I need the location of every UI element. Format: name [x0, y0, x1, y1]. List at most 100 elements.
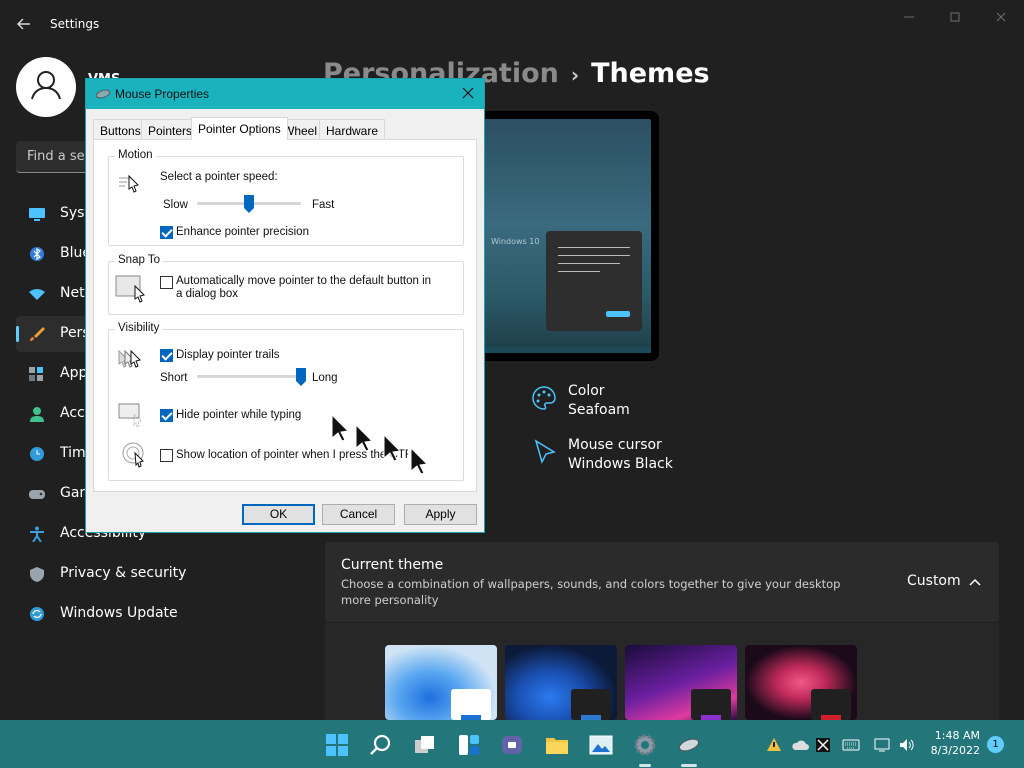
- snap-to-icon: [115, 275, 145, 303]
- chat-icon[interactable]: [500, 732, 526, 758]
- sidebar-item-label: Windows Update: [60, 605, 178, 621]
- cancel-button[interactable]: Cancel: [322, 504, 395, 525]
- bluetooth-icon: [30, 247, 44, 261]
- sidebar-item-privacy[interactable]: Privacy & security: [16, 556, 306, 592]
- tab-pointer-options[interactable]: Pointer Options: [191, 117, 288, 140]
- notification-badge[interactable]: 1: [987, 736, 1004, 753]
- mouse-app-icon[interactable]: [676, 732, 702, 758]
- keyboard-icon[interactable]: [842, 737, 860, 753]
- system-icon: [29, 208, 45, 221]
- mouse-pointer-trail-icon: [355, 424, 374, 452]
- hide-pointer-label: Hide pointer while typing: [176, 409, 302, 421]
- theme-thumbnail[interactable]: [505, 645, 617, 720]
- start-icon[interactable]: [324, 732, 350, 758]
- color-value: Seafoam: [568, 402, 630, 418]
- dialog-title-bar[interactable]: Mouse Properties: [86, 79, 484, 109]
- restore-icon[interactable]: [943, 8, 967, 26]
- mouse-icon: [95, 89, 111, 99]
- mouse-pointer-icon: [410, 447, 429, 475]
- ok-button[interactable]: OK: [242, 504, 315, 525]
- sidebar-item-label: Privacy & security: [60, 565, 187, 581]
- short-label: Short: [160, 372, 188, 384]
- mouse-running-indicator: [681, 764, 697, 767]
- theme-thumbnail[interactable]: [385, 645, 497, 720]
- hide-pointer-icon: [118, 403, 142, 428]
- volume-icon[interactable]: [898, 737, 916, 753]
- trail-length-slider[interactable]: [197, 375, 301, 378]
- trail-length-thumb[interactable]: [296, 368, 306, 386]
- photos-icon[interactable]: [588, 732, 614, 758]
- tab-buttons[interactable]: Buttons: [93, 119, 148, 139]
- apply-button[interactable]: Apply: [404, 504, 477, 525]
- current-theme-value: Custom: [907, 573, 961, 589]
- sidebar-item-label: App: [60, 365, 88, 381]
- preview-window: [546, 231, 642, 331]
- pointer-speed-thumb[interactable]: [244, 195, 254, 213]
- shield-icon: [30, 567, 44, 582]
- dialog-title: Mouse Properties: [115, 87, 210, 101]
- theme-thumbnail[interactable]: [745, 645, 857, 720]
- back-arrow-icon[interactable]: [14, 14, 34, 34]
- tab-hardware[interactable]: Hardware: [319, 119, 386, 139]
- display-icon[interactable]: [874, 737, 892, 753]
- search-icon[interactable]: [368, 732, 394, 758]
- personalization-icon: [30, 327, 45, 341]
- tab-panel: Motion Select a pointer speed: Slow Fast…: [93, 139, 477, 492]
- theme-thumbnail[interactable]: [625, 645, 737, 720]
- mouse-pointer-trail-icon: [331, 414, 350, 442]
- network-icon: [29, 289, 45, 300]
- page-title: Themes: [591, 58, 710, 89]
- windows-update-icon: [30, 607, 44, 621]
- chevron-up-icon[interactable]: [967, 574, 983, 590]
- minimize-icon[interactable]: [897, 8, 921, 26]
- clock-time: 1:48 AM: [934, 729, 980, 742]
- sidebar-item-windows-update[interactable]: Windows Update: [16, 596, 306, 632]
- network-warning-icon[interactable]: [766, 737, 782, 753]
- dialog-close-icon[interactable]: [462, 87, 474, 99]
- pointer-trails-icon: [118, 349, 141, 368]
- motion-heading: Motion: [115, 149, 156, 161]
- settings-gear-icon[interactable]: [632, 732, 658, 758]
- cursor-icon: [534, 439, 556, 465]
- snap-to-label: Automatically move pointer to the defaul…: [176, 275, 432, 300]
- file-explorer-icon[interactable]: [544, 732, 570, 758]
- user-icon: [31, 71, 61, 100]
- xbox-icon[interactable]: [815, 737, 831, 753]
- preview-label: Windows 10: [491, 237, 540, 246]
- mouse-cursor-value: Windows Black: [568, 456, 673, 472]
- current-theme-card[interactable]: Current theme Choose a combination of wa…: [325, 542, 999, 622]
- pointer-trails-checkbox[interactable]: [160, 349, 173, 362]
- search-placeholder: Find a set: [27, 149, 90, 164]
- apps-icon: [29, 367, 43, 381]
- enhance-precision-checkbox[interactable]: [160, 226, 173, 239]
- color-label: Color: [568, 383, 605, 399]
- snap-to-checkbox[interactable]: [160, 276, 173, 289]
- cloud-icon[interactable]: [791, 737, 809, 753]
- current-theme-title: Current theme: [341, 557, 444, 573]
- accounts-icon: [30, 407, 44, 422]
- show-location-icon: [122, 442, 144, 468]
- pointer-trails-label: Display pointer trails: [176, 349, 280, 361]
- pointer-speed-label: Select a pointer speed:: [160, 171, 278, 183]
- current-theme-description: Choose a combination of wallpapers, soun…: [341, 577, 841, 607]
- mouse-cursor-label: Mouse cursor: [568, 437, 662, 453]
- palette-icon: [532, 386, 556, 410]
- show-location-checkbox[interactable]: [160, 449, 173, 462]
- title-bar: Settings: [0, 0, 1024, 48]
- snap-to-group: Snap To Automatically move pointer to th…: [108, 254, 464, 315]
- widgets-icon[interactable]: [456, 732, 482, 758]
- snap-to-heading: Snap To: [115, 254, 163, 266]
- avatar[interactable]: [16, 57, 76, 117]
- time-icon: [30, 447, 44, 461]
- preview-wallpaper: Windows 10: [467, 119, 651, 353]
- motion-group: Motion Select a pointer speed: Slow Fast…: [108, 149, 464, 246]
- clock[interactable]: 1:48 AM 8/3/2022: [924, 728, 980, 758]
- enhance-precision-label: Enhance pointer precision: [176, 226, 309, 238]
- close-icon[interactable]: [989, 8, 1013, 26]
- gaming-icon: [29, 490, 45, 499]
- task-view-icon[interactable]: [412, 732, 438, 758]
- settings-running-indicator: [639, 764, 651, 767]
- hide-pointer-checkbox[interactable]: [160, 409, 173, 422]
- visibility-heading: Visibility: [115, 322, 163, 334]
- theme-preview: Windows 10: [459, 111, 659, 361]
